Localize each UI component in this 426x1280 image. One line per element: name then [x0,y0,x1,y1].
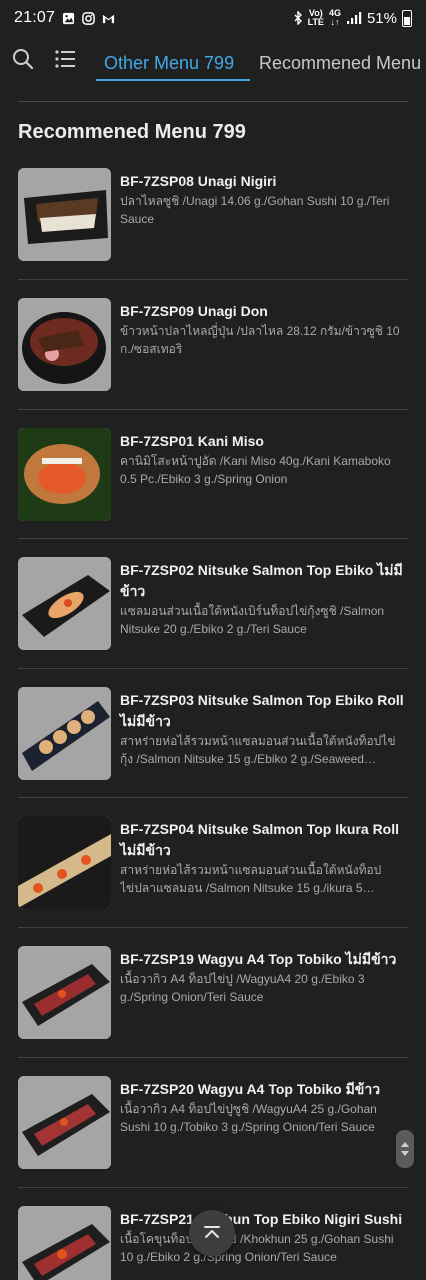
item-description: เนื้อวากิว A4 ท็อปไข่ปูซูชิ /WagyuA4 25 … [120,1102,377,1134]
item-description: ข้าวหน้าปลาไหลญี่ปุ่น /ปลาไหล 28.12 กรัม… [120,324,400,356]
divider [18,927,408,928]
signal-icon [346,12,362,24]
app-screen: 21:07 Vo) LTE 4G ↓↑ 51% Other Menu 799 R… [0,0,426,1280]
item-photo [18,816,111,909]
item-photo [18,946,111,1039]
item-photo [18,428,111,521]
battery-icon [402,9,412,27]
status-left: 21:07 [14,9,115,27]
item-name: BF-7ZSP02 Nitsuke Salmon Top Ebiko ไม่มี… [120,562,403,599]
divider [18,409,408,410]
divider [18,1187,408,1188]
gallery-notification-icon [62,12,75,24]
item-photo [18,168,111,261]
top-nav: Other Menu 799 Recommened Menu 799 [0,36,426,84]
item-name: BF-7ZSP09 Unagi Don [120,303,268,319]
divider [18,797,408,798]
status-time: 21:07 [14,9,56,26]
volte-indicator: Vo) LTE [308,9,324,27]
scroll-up-arrow-icon [401,1142,409,1147]
item-photo [18,687,111,780]
item-photo [18,298,111,391]
item-photo [18,1076,111,1169]
item-name: BF-7ZSP08 Unagi Nigiri [120,173,277,189]
item-name: BF-7ZSP19 Wagyu A4 Top Tobiko ไม่มีข้าว [120,951,397,967]
item-name: BF-7ZSP21 Kokhun Top Ebiko Nigiri Sushi [120,1211,403,1227]
item-description: เนื้อโคขุนท็อปไข่กุ้งซูชิ /Khokhun 25 g.… [120,1232,394,1264]
section-title: Recommened Menu 799 [18,121,246,143]
instagram-notification-icon [82,11,95,25]
item-name: BF-7ZSP20 Wagyu A4 Top Tobiko มีข้าว [120,1081,381,1097]
search-icon[interactable] [12,48,34,70]
active-tab-indicator [96,79,250,81]
divider [18,1057,408,1058]
status-bar: 21:07 Vo) LTE 4G ↓↑ 51% [0,0,426,36]
status-right: Vo) LTE 4G ↓↑ 51% [293,9,412,27]
item-photo [18,557,111,650]
item-name: BF-7ZSP03 Nitsuke Salmon Top Ebiko Roll … [120,692,404,729]
volte-bottom: LTE [307,17,324,27]
scroll-down-arrow-icon [401,1151,409,1156]
scroll-to-top-icon [204,1226,220,1238]
network-type: 4G ↓↑ [329,9,341,27]
item-description: ปลาไหลซูชิ /Unagi 14.06 g./Gohan Sushi 1… [120,194,390,226]
gmail-notification-icon [102,14,115,23]
scroll-handle-icon[interactable] [396,1130,414,1168]
data-arrows-icon: ↓↑ [330,17,340,27]
item-photo [18,1206,111,1280]
bluetooth-icon [294,11,302,25]
item-description: แซลมอนส่วนเนื้อใต้หนังเบิร์นท็อปไข่กุ้งซ… [120,604,385,636]
item-description: คานิมิโสะหน้าปูอัด /Kani Miso 40g./Kani … [120,454,391,486]
tab-recommened-menu-799[interactable]: Recommened Menu 799 [259,44,426,82]
item-name: BF-7ZSP01 Kani Miso [120,433,264,449]
divider [18,538,408,539]
item-description: สาหร่ายห่อไส้รวมหน้าแซลมอนส่วนเนื้อใต้หน… [120,863,382,895]
tab-other-menu-799[interactable]: Other Menu 799 [104,44,234,82]
menu-list-icon[interactable] [54,48,76,70]
item-description: เนื้อวากิว A4 ท็อปไข่ปู /WagyuA4 20 g./E… [120,972,365,1004]
divider [18,279,408,280]
item-name: BF-7ZSP04 Nitsuke Salmon Top Ikura Roll … [120,821,400,858]
battery-percent: 51% [366,9,397,27]
item-description: สาหร่ายห่อไส้รวมหน้าแซลมอนส่วนเนื้อใต้หน… [120,734,396,766]
divider [18,101,408,102]
scroll-to-top-button[interactable] [189,1210,235,1256]
divider [18,668,408,669]
